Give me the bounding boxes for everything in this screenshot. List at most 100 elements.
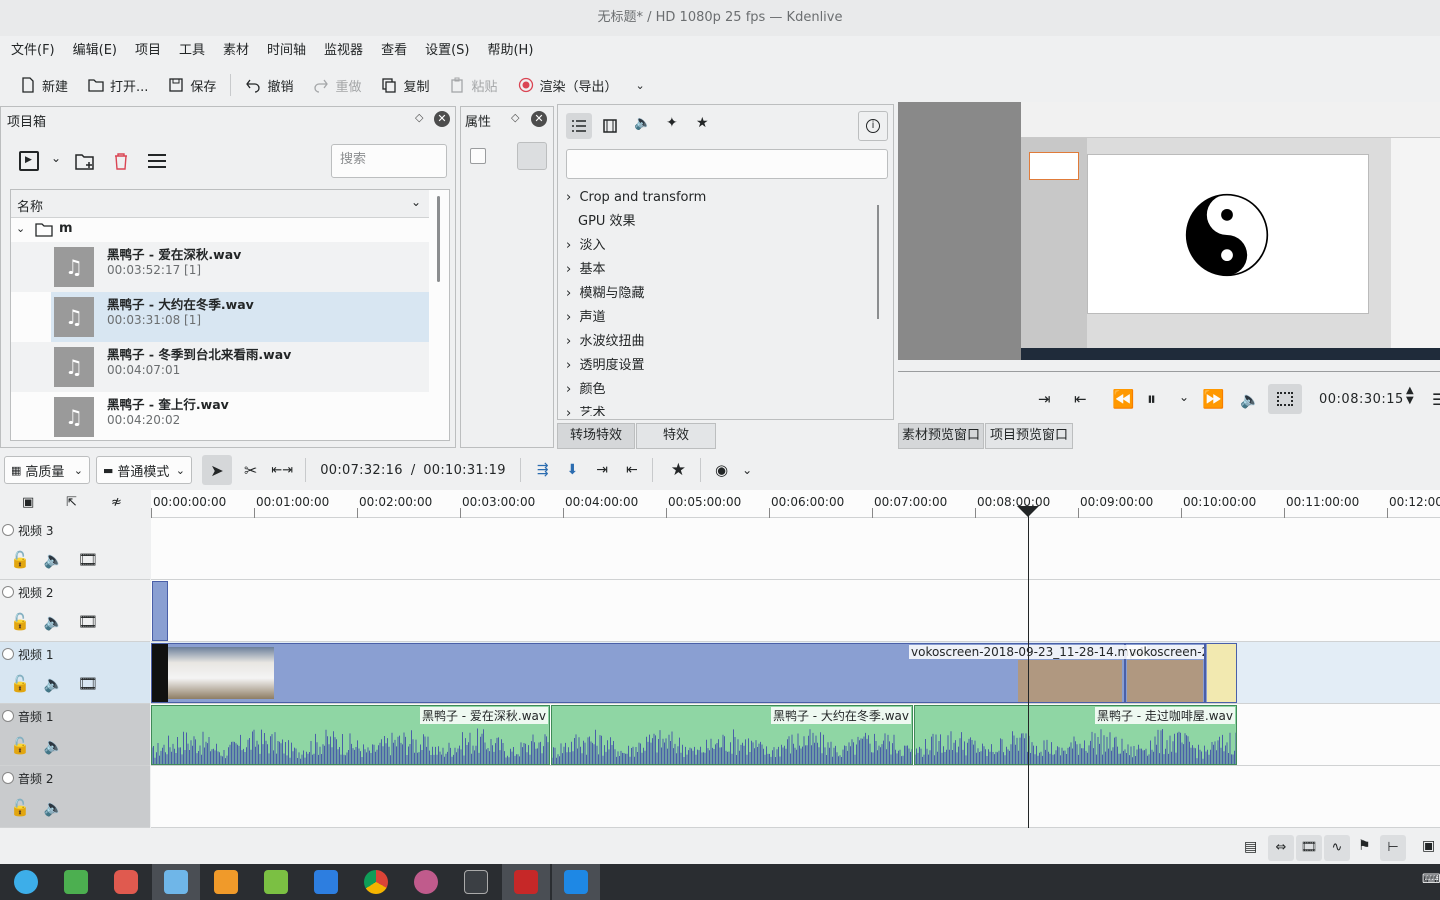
info-button[interactable]: i [858, 111, 888, 141]
volume-icon[interactable]: 🔈 [1240, 390, 1260, 409]
lock-icon[interactable]: 🔓 [10, 736, 30, 755]
tab-clip-monitor[interactable]: 素材预览窗口 [898, 423, 984, 449]
track-header-video2[interactable]: 视频 2 🔓 🔈 🎞 [0, 580, 150, 642]
copy-button[interactable]: 复制 [371, 70, 439, 100]
zoom-toggle-button[interactable]: ⇔ [1268, 835, 1294, 861]
terminal-icon[interactable] [514, 870, 538, 894]
set-zone-out-icon[interactable]: ⇤ [1074, 390, 1087, 408]
save-button[interactable]: 保存 [158, 70, 226, 100]
waveform-toggle-button[interactable]: ∿ [1324, 835, 1350, 861]
film-icon[interactable]: 🎞 [78, 674, 98, 693]
store-icon[interactable] [164, 870, 188, 894]
effect-stack-icon[interactable]: ◉ [715, 461, 728, 479]
column-header[interactable]: 名称 ⌄ [11, 190, 429, 218]
effect-category[interactable]: › 透明度设置 [566, 354, 644, 378]
video-effects-icon[interactable] [603, 119, 617, 133]
track-select-radio[interactable] [2, 586, 14, 598]
custom-effects-icon[interactable]: ✦ [666, 115, 678, 131]
delete-icon[interactable] [113, 152, 129, 170]
audio-clip[interactable]: 黑鸭子 - 大约在冬季.wav [551, 705, 913, 765]
scrollbar[interactable] [437, 196, 440, 282]
bin-clip-row[interactable]: ♫ 黑鸭子 - 爱在深秋.wav 00:03:52:17 [1] [11, 242, 429, 292]
menu-icon[interactable] [148, 154, 166, 168]
redo-button[interactable]: 重做 [303, 70, 371, 100]
chevron-down-icon[interactable]: ⌄ [1179, 390, 1189, 404]
spacer-icon[interactable]: ⇤⇥ [271, 463, 293, 478]
track-lane-video2[interactable] [151, 580, 1440, 642]
insert-icon[interactable]: ⇶ [537, 462, 549, 478]
render-button[interactable]: 渲染（导出） ⌄ [508, 70, 655, 100]
pause-icon[interactable]: ⏸ [1147, 389, 1156, 410]
timeline-clip[interactable]: vokoscreen-2018-09-23_11-28-14.mp4 vokos… [151, 643, 1237, 703]
effect-category[interactable]: › 淡入 [566, 234, 605, 258]
track-select-radio[interactable] [2, 772, 14, 784]
audio-clip[interactable]: 黑鸭子 - 爱在深秋.wav [151, 705, 550, 765]
quality-select[interactable]: ▦ 高质量 ⌄ [4, 456, 90, 484]
effect-category[interactable]: › 模糊与隐藏 [566, 282, 644, 306]
track-header-audio1[interactable]: 音频 1 🔓 🔈 [0, 704, 150, 766]
bin-search-input[interactable]: 搜索 [331, 144, 447, 178]
menu-monitor[interactable]: 监视器 [315, 36, 372, 66]
menu-view[interactable]: 查看 [372, 36, 416, 66]
effect-category[interactable]: › 水波纹扭曲 [566, 330, 644, 354]
bin-clip-row[interactable]: ♫ 黑鸭子 - 奎上行.wav 00:04:20:02 [11, 392, 429, 440]
menu-tool[interactable]: 工具 [170, 36, 214, 66]
chevron-down-icon[interactable]: ⌄ [16, 222, 25, 235]
checkbox[interactable] [470, 148, 486, 164]
app-launcher-icon[interactable] [14, 870, 38, 894]
extract-icon[interactable]: ⇤ [626, 462, 638, 478]
snap-toggle-button[interactable]: ⊢ [1380, 835, 1406, 861]
bin-clip-row[interactable]: ♫ 黑鸭子 - 冬季到台北来看雨.wav 00:04:07:01 [11, 342, 429, 392]
paste-button[interactable]: 粘贴 [439, 70, 507, 100]
track-lane-audio2[interactable] [151, 766, 1440, 828]
settings-gear-icon[interactable] [414, 870, 438, 894]
menu-settings[interactable]: 设置(S) [416, 36, 478, 66]
audio-expand-icon[interactable]: ≉ [111, 495, 122, 510]
lock-icon[interactable]: 🔓 [10, 612, 30, 631]
effect-category[interactable]: GPU 效果 [578, 210, 636, 234]
track-lane-video1[interactable]: vokoscreen-2018-09-23_11-28-14.mp4 vokos… [151, 642, 1440, 704]
selection-tool-button[interactable]: ➤ [202, 455, 232, 485]
menu-project[interactable]: 项目 [126, 36, 170, 66]
track-select-radio[interactable] [2, 648, 14, 660]
folder-row[interactable]: ⌄ m [11, 218, 429, 242]
lock-icon[interactable]: 🔓 [10, 550, 30, 569]
audio-effects-icon[interactable]: 🔈 [634, 115, 651, 131]
fit-icon[interactable]: ⇱ [66, 495, 77, 510]
zoom-fit-icon[interactable]: ▣ [1422, 838, 1435, 854]
film-icon[interactable]: 🎞 [78, 612, 98, 631]
close-icon[interactable]: ✕ [531, 111, 547, 127]
volume-icon[interactable]: 🔈 [44, 674, 64, 693]
thumbnail-toggle-button[interactable]: 🎞 [1296, 835, 1322, 861]
properties-view-button[interactable] [517, 142, 547, 170]
new-folder-icon[interactable] [75, 153, 95, 171]
menu-file[interactable]: 文件(F) [2, 36, 64, 66]
monitor-ruler[interactable] [898, 360, 1440, 372]
chrome-icon[interactable] [364, 870, 388, 894]
menu-help[interactable]: 帮助(H) [478, 36, 542, 66]
audio-clip[interactable]: 黑鸭子 - 走过咖啡屋.wav [914, 705, 1237, 765]
close-icon[interactable]: ✕ [434, 111, 450, 127]
video-player-icon[interactable] [314, 870, 338, 894]
keyboard-tray-icon[interactable]: ⌨ [1422, 872, 1440, 887]
forward-icon[interactable]: ⏩ [1202, 389, 1224, 410]
effects-search-input[interactable] [566, 149, 888, 179]
effect-category[interactable]: › 声道 [566, 306, 605, 330]
razor-icon[interactable]: ✂ [244, 461, 257, 480]
system-monitor-icon[interactable] [464, 870, 488, 894]
volume-icon[interactable]: 🔈 [44, 550, 64, 569]
menu-edit[interactable]: 编辑(E) [64, 36, 126, 66]
track-select-radio[interactable] [2, 710, 14, 722]
screen-recorder-icon[interactable] [114, 870, 138, 894]
tab-project-monitor[interactable]: 项目预览窗口 [985, 423, 1073, 449]
timeline-clip[interactable] [152, 581, 168, 641]
rewind-icon[interactable]: ⏪ [1112, 389, 1134, 410]
spin-arrows-icon[interactable]: ▲ ▼ [1406, 386, 1414, 406]
effect-category[interactable]: › 颜色 [566, 378, 605, 402]
add-clip-button[interactable]: ▶ [19, 151, 39, 171]
open-button[interactable]: 打开... [78, 70, 158, 100]
effect-category[interactable]: › 基本 [566, 258, 605, 282]
favorite-icon[interactable]: ★ [671, 460, 686, 480]
tab-effects[interactable]: 特效 [636, 423, 716, 449]
track-header-video1[interactable]: 视频 1 🔓 🔈 🎞 [0, 642, 150, 704]
